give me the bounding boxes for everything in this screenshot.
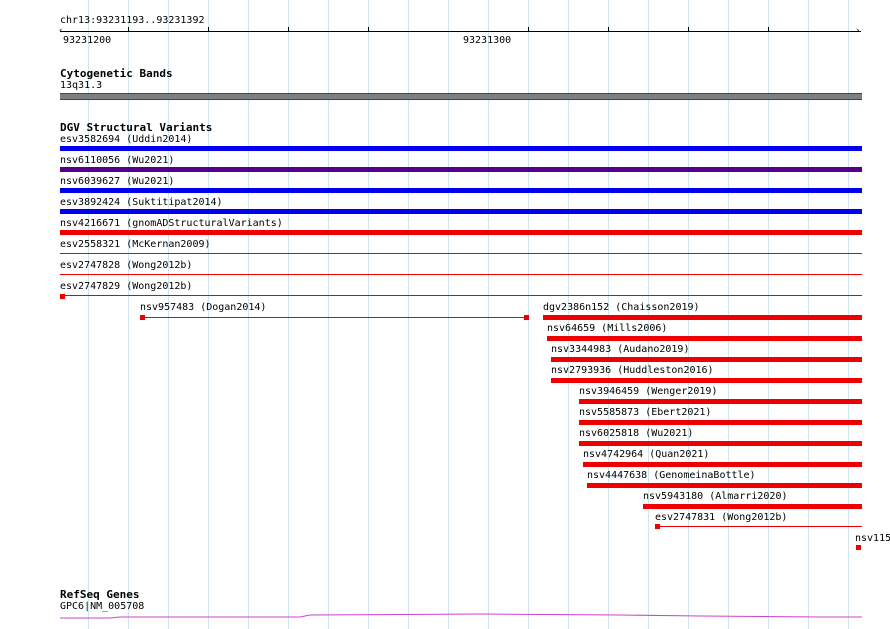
- variant-label: nsv2793936 (Huddleston2016): [551, 365, 714, 376]
- variant-label: nsv4447638 (GenomeinaBottle): [587, 470, 756, 481]
- variant-label: esv2747831 (Wong2012b): [655, 512, 788, 523]
- variant-label: esv3582694 (Uddin2014): [60, 134, 193, 145]
- variant-bar[interactable]: [551, 357, 862, 362]
- variant-bar[interactable]: [60, 146, 862, 151]
- gene-model[interactable]: [60, 610, 862, 622]
- variant-label: nsv115: [855, 533, 890, 544]
- cytoband-label: 13q31.3: [60, 80, 103, 91]
- variant-end-mark: [655, 524, 660, 529]
- variant-end-mark: [140, 315, 145, 320]
- variant-label: nsv6110056 (Wu2021): [60, 155, 175, 166]
- variant-label: nsv3344983 (Audano2019): [551, 344, 690, 355]
- variant-bar[interactable]: [60, 274, 862, 275]
- variant-label: esv2747829 (Wong2012b): [60, 281, 193, 292]
- variant-label: nsv4742964 (Quan2021): [583, 449, 710, 460]
- ruler-tick: [528, 27, 529, 31]
- ruler-tick: [288, 27, 289, 31]
- variant-bar[interactable]: [60, 295, 862, 296]
- ruler-tick: [768, 27, 769, 31]
- variant-bar[interactable]: [543, 315, 862, 320]
- variant-label: esv3892424 (Suktitipat2014): [60, 197, 223, 208]
- variant-bar[interactable]: [579, 420, 862, 425]
- cytoband-track-title: Cytogenetic Bands: [60, 67, 173, 80]
- variant-bar[interactable]: [579, 399, 862, 404]
- ruler-tick: [128, 27, 129, 31]
- variant-label: nsv6025818 (Wu2021): [579, 428, 694, 439]
- ruler-right-arrow-icon: ›: [855, 26, 861, 36]
- cytoband-bar[interactable]: [60, 93, 862, 100]
- variant-bar[interactable]: [60, 253, 862, 254]
- variant-label: nsv957483 (Dogan2014): [140, 302, 267, 313]
- variant-label: esv2558321 (McKernan2009): [60, 239, 211, 250]
- ruler-tick: [368, 27, 369, 31]
- variant-bar[interactable]: [547, 336, 862, 341]
- variant-bar[interactable]: [579, 441, 862, 446]
- variant-bar[interactable]: [60, 209, 862, 214]
- variant-label: nsv3946459 (Wenger2019): [579, 386, 718, 397]
- dgv-track-title: DGV Structural Variants: [60, 121, 213, 134]
- variant-bar[interactable]: [140, 317, 528, 318]
- variant-end-mark[interactable]: [856, 545, 861, 550]
- ruler-tick-label: 93231300: [463, 35, 512, 46]
- variant-label: nsv6039627 (Wu2021): [60, 176, 175, 187]
- genome-browser-view: chr13:93231193..93231392 ‹ › 93231200 93…: [0, 0, 890, 629]
- variant-label: nsv5585873 (Ebert2021): [579, 407, 712, 418]
- refseq-track-title: RefSeq Genes: [60, 588, 140, 601]
- variant-label: nsv5943180 (Almarri2020): [643, 491, 788, 502]
- ruler-tick: [608, 27, 609, 31]
- variant-bar[interactable]: [643, 504, 862, 509]
- variant-bar[interactable]: [60, 167, 862, 172]
- variant-bar[interactable]: [60, 188, 862, 193]
- ruler-tick: [688, 27, 689, 31]
- location-label: chr13:93231193..93231392: [60, 15, 205, 26]
- ruler-tick: [208, 27, 209, 31]
- variant-end-mark: [524, 315, 529, 320]
- variant-label: dgv2386n152 (Chaisson2019): [543, 302, 700, 313]
- variant-label: nsv64659 (Mills2006): [547, 323, 668, 334]
- variant-end-mark: [60, 294, 65, 299]
- variant-bar[interactable]: [655, 526, 862, 527]
- ruler-tick-label: 93231200: [63, 35, 112, 46]
- variant-bar[interactable]: [583, 462, 862, 467]
- variant-label: esv2747828 (Wong2012b): [60, 260, 193, 271]
- variant-bar[interactable]: [551, 378, 862, 383]
- variant-bar[interactable]: [587, 483, 862, 488]
- variant-label: nsv4216671 (gnomADStructuralVariants): [60, 218, 283, 229]
- ruler-line[interactable]: [60, 31, 861, 32]
- variant-bar[interactable]: [60, 230, 862, 235]
